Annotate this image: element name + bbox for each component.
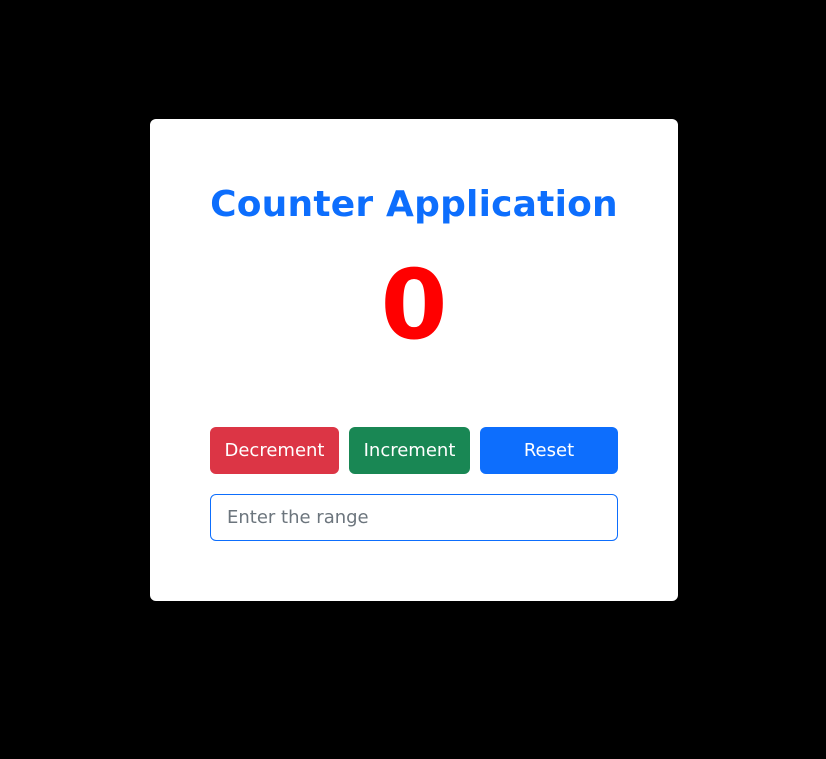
increment-button[interactable]: Increment <box>349 427 470 474</box>
decrement-button[interactable]: Decrement <box>210 427 339 474</box>
page-title: Counter Application <box>210 184 618 225</box>
counter-card: Counter Application 0 Decrement Incremen… <box>150 119 678 601</box>
counter-value: 0 <box>380 249 448 361</box>
reset-button[interactable]: Reset <box>480 427 618 474</box>
range-input[interactable] <box>210 494 618 541</box>
